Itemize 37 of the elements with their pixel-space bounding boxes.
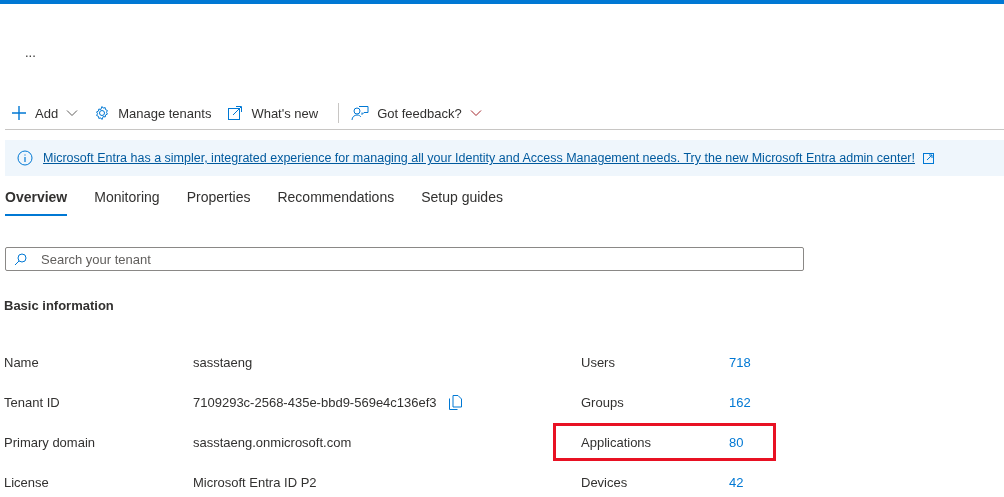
more-button[interactable]: ...: [25, 42, 36, 62]
tab[interactable]: Properties: [186, 186, 251, 216]
feedback-icon: [351, 105, 370, 121]
toolbar-button[interactable]: Got feedback?: [351, 99, 490, 127]
stat-link[interactable]: 162: [729, 394, 773, 410]
property-label: Tenant ID: [4, 394, 61, 410]
property-value: sasstaeng.onmicrosoft.com: [193, 434, 352, 450]
property-value: Microsoft Entra ID P2: [193, 474, 317, 490]
stat-label: Groups: [581, 394, 625, 410]
toolbar-button[interactable]: Add: [11, 99, 87, 127]
stat-link[interactable]: 718: [729, 354, 773, 370]
caret-icon: [66, 109, 79, 117]
property-value: sasstaeng: [193, 354, 253, 370]
tab[interactable]: Setup guides: [421, 186, 503, 216]
property-label: License: [4, 474, 50, 490]
stat-link[interactable]: 42: [729, 474, 773, 490]
plus-icon: [11, 105, 27, 121]
tab[interactable]: Overview: [5, 186, 68, 216]
property-label: Primary domain: [4, 434, 97, 450]
toolbar-button[interactable]: Manage tenants: [94, 99, 220, 127]
search-field[interactable]: Search your tenant: [5, 247, 804, 271]
copy-icon[interactable]: [448, 394, 462, 410]
section-title: Basic information: [4, 298, 115, 314]
property-value: 7109293c-2568-435e-bbd9-569e4c136ef3: [193, 394, 438, 410]
toolbar-button[interactable]: What's new: [227, 99, 327, 127]
tab[interactable]: Monitoring: [94, 186, 160, 216]
settings-icon: [94, 105, 111, 121]
info-icon: [17, 150, 33, 166]
stat-label: Devices: [581, 474, 629, 490]
external-link-icon: [227, 105, 244, 121]
caret-icon: [469, 109, 482, 117]
property-label: Name: [4, 354, 40, 370]
stat-label: Applications: [581, 434, 653, 450]
external-link-icon: [922, 152, 934, 164]
tab[interactable]: Recommendations: [277, 186, 395, 216]
stat-link[interactable]: 80: [729, 434, 773, 450]
stat-label: Users: [581, 354, 616, 370]
